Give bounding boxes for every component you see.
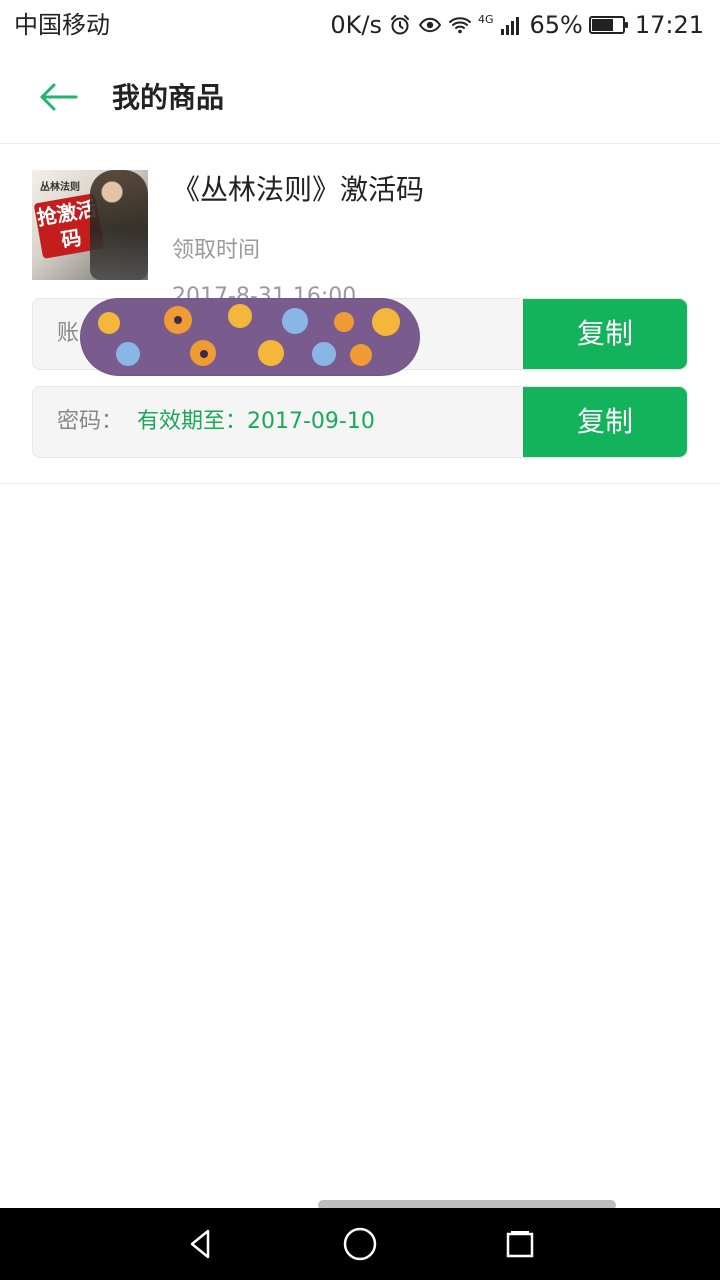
pattern-creature [116, 342, 140, 366]
pattern-creature [282, 308, 308, 334]
nav-recent-icon [500, 1226, 540, 1262]
app-header: 我的商品 [0, 50, 720, 144]
pattern-flower [228, 304, 252, 328]
nav-home-icon [341, 1225, 379, 1263]
battery-percent: 65% [529, 11, 583, 39]
password-label: 密码： [57, 409, 124, 434]
status-right-group: 0K/s 4G 65% 17:21 [330, 10, 704, 40]
password-row: 密码： 有效期至：2017-09-10 复制 [32, 386, 688, 458]
product-thumbnail: 丛林法则 抢激活码 [32, 170, 148, 280]
wifi-icon [448, 13, 472, 37]
pattern-flower [372, 308, 400, 336]
thumbnail-figure [90, 170, 148, 280]
network-speed: 0K/s [330, 11, 382, 39]
thumbnail-logo-text: 丛林法则 [40, 182, 80, 193]
screen: 中国移动 0K/s 4G 65% 17:21 我的商品 丛林法则 抢激活码 《丛… [0, 0, 720, 1280]
nav-recent-button[interactable] [480, 1208, 560, 1280]
nav-home-button[interactable] [320, 1208, 400, 1280]
pattern-flower [258, 340, 284, 366]
pattern-dot [350, 344, 372, 366]
page-title: 我的商品 [112, 81, 225, 114]
copy-account-button[interactable]: 复制 [523, 299, 687, 369]
alarm-icon [388, 13, 412, 37]
battery-icon [588, 13, 629, 37]
claim-time-label: 领取时间 [172, 238, 261, 263]
pattern-flower [98, 312, 120, 334]
product-card: 丛林法则 抢激活码 《丛林法则》激活码 领取时间 2017-8-31 16:00… [0, 144, 720, 484]
copy-password-button[interactable]: 复制 [523, 387, 687, 457]
pattern-eye-pupil [200, 350, 208, 358]
back-button[interactable] [30, 74, 86, 120]
status-bar: 中国移动 0K/s 4G 65% 17:21 [0, 0, 720, 50]
product-title: 《丛林法则》激活码 [172, 173, 425, 206]
nav-back-icon [184, 1226, 216, 1262]
pattern-eye-pupil [174, 316, 182, 324]
pattern-dot [334, 312, 354, 332]
password-validity: 有效期至：2017-09-10 [137, 409, 375, 434]
signal-type-label: 4G [477, 13, 494, 26]
carrier-label: 中国移动 [14, 11, 110, 39]
clock-time: 17:21 [634, 11, 704, 39]
nav-back-button[interactable] [160, 1208, 240, 1280]
account-redaction-overlay [80, 298, 420, 376]
eye-icon [418, 13, 442, 37]
pattern-creature [312, 342, 336, 366]
system-navigation-bar [0, 1208, 720, 1280]
signal-icon [499, 13, 523, 37]
arrow-left-icon [36, 81, 80, 113]
